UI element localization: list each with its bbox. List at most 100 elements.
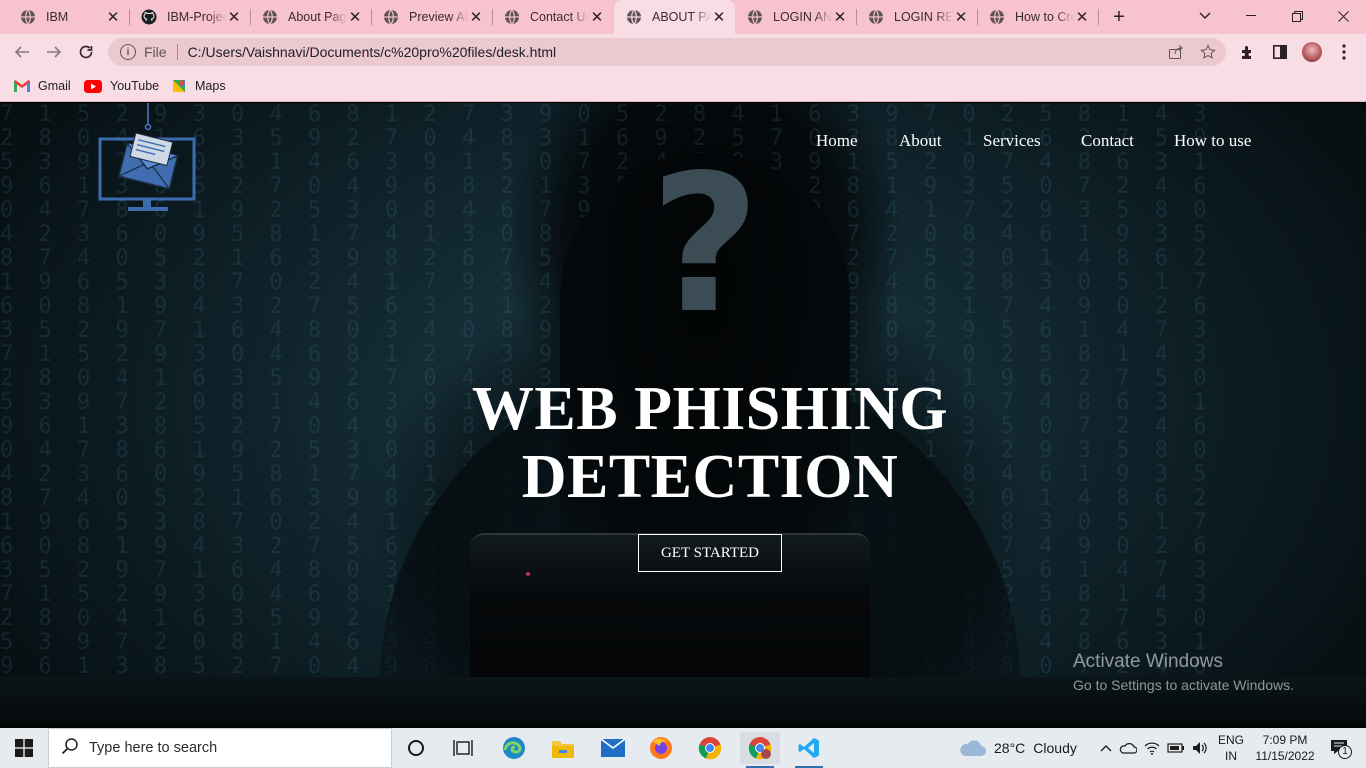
hero-title: WEB PHISHING DETECTION <box>400 375 1020 511</box>
lang-bottom: IN <box>1225 749 1237 763</box>
tab-title: IBM <box>46 10 69 24</box>
info-icon[interactable]: i <box>120 44 136 60</box>
volume-icon[interactable] <box>1188 741 1212 755</box>
tab-contact-us[interactable]: Contact Us ✕ <box>492 0 613 34</box>
wifi-icon[interactable] <box>1140 741 1164 755</box>
tab-login-and[interactable]: LOGIN AND ✕ <box>735 0 856 34</box>
globe-icon <box>989 9 1005 25</box>
bookmark-label: YouTube <box>110 79 160 93</box>
close-icon[interactable]: ✕ <box>347 9 363 26</box>
bookmark-gmail[interactable]: Gmail <box>14 76 71 96</box>
taskbar-search-input[interactable]: Type here to search <box>48 728 392 768</box>
extensions-icon[interactable] <box>1238 42 1258 62</box>
language-indicator[interactable]: ENG IN <box>1214 728 1248 768</box>
file-explorer-icon[interactable] <box>543 732 583 764</box>
gmail-icon <box>14 78 30 94</box>
tab-how-to-create[interactable]: How to Cre ✕ <box>977 0 1098 34</box>
hero-title-line2: DETECTION <box>521 443 899 511</box>
address-url[interactable]: C:/Users/Vaishnavi/Documents/c%20pro%20f… <box>188 44 557 60</box>
close-icon[interactable]: ✕ <box>226 9 242 26</box>
weather-widget[interactable]: 28°C Cloudy <box>958 728 1077 768</box>
bookmarks-bar: Gmail YouTube Maps <box>0 70 1366 102</box>
firefox-icon[interactable] <box>641 732 681 764</box>
globe-icon <box>383 9 399 25</box>
forward-button[interactable] <box>42 40 66 64</box>
show-hidden-icons-chevron-icon[interactable] <box>1096 744 1116 752</box>
back-button[interactable] <box>10 40 34 64</box>
tab-title: About Page <box>288 10 347 24</box>
chrome-profile-icon[interactable] <box>740 732 780 768</box>
close-icon[interactable]: ✕ <box>953 9 969 26</box>
nav-about[interactable]: About <box>899 131 942 151</box>
side-panel-icon[interactable] <box>1270 42 1290 62</box>
address-bar[interactable]: i File C:/Users/Vaishnavi/Documents/c%20… <box>108 38 1226 66</box>
tab-ibm[interactable]: IBM ✕ <box>8 0 129 34</box>
tab-login-reg[interactable]: LOGIN REG ✕ <box>856 0 977 34</box>
nav-home[interactable]: Home <box>816 131 858 151</box>
close-icon[interactable]: ✕ <box>832 9 848 26</box>
bookmark-star-icon[interactable] <box>1200 44 1216 60</box>
tab-about-page-active[interactable]: ABOUT PAGE ✕ <box>614 0 735 34</box>
activate-windows-subtitle: Go to Settings to activate Windows. <box>1073 677 1294 693</box>
tab-separator <box>1098 9 1099 25</box>
tab-ibm-project[interactable]: IBM-Project ✕ <box>129 0 250 34</box>
nav-how-to-use[interactable]: How to use <box>1174 131 1251 151</box>
cloud-icon <box>960 740 986 756</box>
youtube-icon <box>84 78 102 94</box>
close-icon[interactable]: ✕ <box>1074 9 1090 26</box>
minimize-button[interactable] <box>1228 0 1274 32</box>
hero-section: 7 1 5 2 9 3 0 4 6 8 1 2 7 3 9 0 5 2 8 4 … <box>0 103 1366 727</box>
phishing-monitor-logo-icon[interactable] <box>98 103 198 215</box>
get-started-button[interactable]: GET STARTED <box>638 534 782 572</box>
tab-title: LOGIN AND <box>773 10 832 24</box>
search-placeholder: Type here to search <box>89 740 218 756</box>
onedrive-icon[interactable] <box>1116 741 1140 755</box>
tab-search-chevron-icon[interactable] <box>1182 0 1228 32</box>
close-icon[interactable]: ✕ <box>468 9 484 26</box>
cortana-icon[interactable] <box>396 732 436 764</box>
clock[interactable]: 7:09 PM 11/15/2022 <box>1248 728 1322 768</box>
nav-contact[interactable]: Contact <box>1081 131 1134 151</box>
close-window-button[interactable] <box>1320 0 1366 32</box>
new-tab-button[interactable]: + <box>1108 6 1130 28</box>
bookmark-youtube[interactable]: YouTube <box>84 76 159 96</box>
tab-title: LOGIN REG <box>894 10 953 24</box>
edge-icon[interactable] <box>494 732 534 764</box>
globe-icon <box>747 9 763 25</box>
chrome-icon[interactable] <box>690 732 730 764</box>
search-icon <box>61 737 81 760</box>
share-icon[interactable] <box>1168 44 1184 60</box>
weather-condition: Cloudy <box>1033 740 1077 756</box>
globe-icon <box>868 9 884 25</box>
address-scheme: File <box>144 44 167 60</box>
lang-top: ENG <box>1217 733 1244 747</box>
activate-windows-watermark: Activate Windows Go to Settings to activ… <box>1073 651 1294 693</box>
weather-temp: 28°C <box>994 740 1026 756</box>
start-button[interactable] <box>0 728 48 768</box>
globe-icon <box>504 9 520 25</box>
battery-icon[interactable] <box>1164 742 1188 754</box>
close-icon[interactable]: ✕ <box>105 9 121 26</box>
tab-title: How to Cre <box>1015 10 1074 24</box>
tab-about-page[interactable]: About Page ✕ <box>250 0 371 34</box>
close-icon[interactable]: ✕ <box>589 9 605 26</box>
notification-center-button[interactable]: 1 <box>1322 728 1358 768</box>
laptop-led <box>526 572 530 576</box>
bookmark-maps[interactable]: Maps <box>171 76 226 96</box>
mail-icon[interactable] <box>593 732 633 764</box>
close-icon[interactable]: ✕ <box>711 9 727 26</box>
tab-preview-about[interactable]: Preview About ✕ <box>371 0 492 34</box>
profile-avatar[interactable] <box>1302 42 1322 62</box>
maps-icon <box>171 78 187 94</box>
windows-taskbar: Type here to search 28°C Cloudy ENG IN 7… <box>0 728 1366 768</box>
tab-title: IBM-Project <box>167 10 226 24</box>
reload-button[interactable] <box>74 40 98 64</box>
restore-button[interactable] <box>1274 0 1320 32</box>
clock-date: 11/15/2022 <box>1255 749 1315 763</box>
globe-icon <box>262 9 278 25</box>
tray-icons <box>1096 728 1212 768</box>
menu-kebab-icon[interactable] <box>1334 42 1354 62</box>
task-view-icon[interactable] <box>443 732 483 764</box>
vscode-icon[interactable] <box>789 732 829 768</box>
nav-services[interactable]: Services <box>983 131 1041 151</box>
